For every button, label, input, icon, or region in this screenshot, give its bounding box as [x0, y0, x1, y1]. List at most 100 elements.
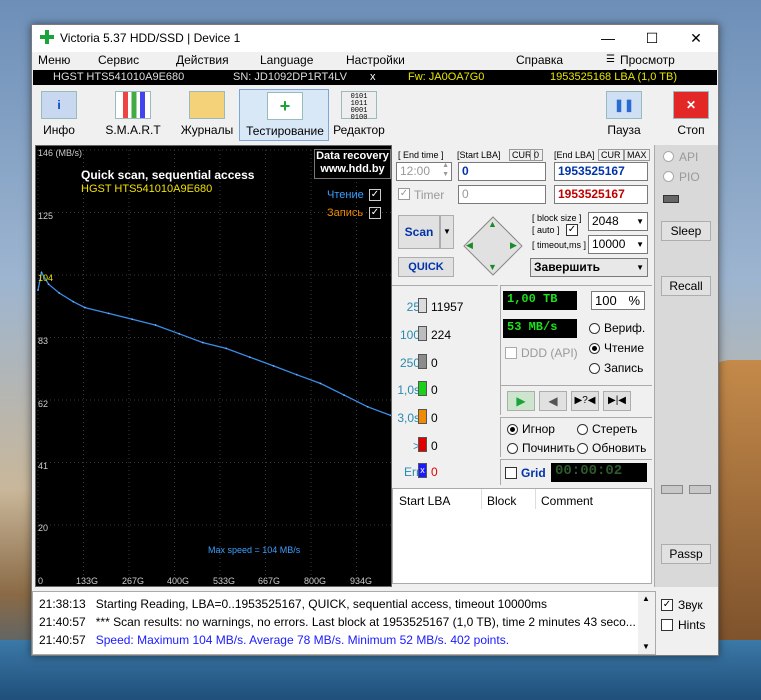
scan-dropdown-icon[interactable]: ▼ — [440, 215, 454, 249]
event-log[interactable]: 21:38:13 Starting Reading, LBA=0..195352… — [32, 591, 656, 655]
scroll-up-icon[interactable]: ▲ — [642, 594, 650, 603]
progress-panel: 1,00 TB 100% 53 MB/s Вериф. Чтение DDD (… — [500, 285, 652, 385]
series-point-read — [178, 332, 181, 335]
toolbar: i Инфо S.M.A.R.T Журналы + Тестирование 01… — [32, 87, 718, 141]
timer-input[interactable]: 0 — [458, 185, 546, 204]
refresh-radio[interactable] — [577, 443, 588, 454]
app-window: Victoria 5.37 HDD/SSD | Device 1 — ☐ ✕ М… — [31, 24, 719, 656]
end-time-input[interactable]: 12:00 ▲ ▼ — [396, 162, 452, 181]
start-lba-input[interactable]: 0 — [458, 162, 546, 181]
minimize-button[interactable]: — — [586, 25, 630, 52]
counter-250-value: 0 — [431, 356, 438, 370]
finish-action-select[interactable]: Завершить ▼ — [530, 258, 648, 277]
verify-label: Вериф. — [604, 321, 646, 335]
serial-close[interactable]: x — [370, 70, 376, 85]
end-lba-input[interactable]: 1953525167 — [554, 162, 648, 181]
passp-button[interactable]: Passp — [661, 544, 711, 564]
nav-down-icon[interactable]: ▼ — [488, 262, 497, 272]
write-radio[interactable] — [589, 363, 600, 374]
counter-err-swatch: x — [418, 463, 427, 478]
end-lba-secondary-input[interactable]: 1953525167 — [554, 185, 648, 204]
menu-main[interactable]: Меню — [38, 53, 70, 67]
menu-settings[interactable]: Настройки — [346, 53, 405, 67]
grid-checkbox[interactable] — [505, 467, 517, 479]
counter-1s-swatch — [418, 381, 427, 396]
log-scrollbar[interactable]: ▲ ▼ — [638, 592, 655, 654]
ddd-api-checkbox[interactable] — [505, 347, 517, 359]
butterfly-icon[interactable]: ▶|◀ — [603, 391, 631, 411]
counter-3s-label: 3,0s — [397, 411, 420, 425]
close-button[interactable]: ✕ — [674, 25, 718, 52]
device-model: HGST HTS541010A9E680 — [53, 71, 185, 83]
navigation-pad[interactable]: ▲ ▼ ◀ ▶ — [462, 215, 524, 277]
timer-label: Timer — [414, 188, 445, 202]
nav-left-icon[interactable]: ◀ — [466, 240, 473, 251]
repair-radio[interactable] — [507, 443, 518, 454]
timeout-select[interactable]: 10000 ▼ — [588, 235, 648, 254]
elapsed-timer-lcd: 00:00:02 — [551, 463, 647, 482]
y-tick-20: 20 — [38, 523, 49, 533]
side-panel: API PIO Sleep Recall Passp — [654, 145, 718, 587]
editor-button[interactable]: 0101 1011 0001 0100 Редактор — [314, 89, 404, 141]
x-tick-267g: 267G — [122, 576, 145, 586]
hints-checkbox[interactable] — [661, 619, 673, 631]
pio-radio[interactable] — [663, 171, 674, 182]
read-label: Чтение — [604, 341, 645, 355]
api-radio[interactable] — [663, 151, 674, 162]
menu-help[interactable]: Справка — [516, 53, 563, 67]
nav-right-icon[interactable]: ▶ — [510, 240, 517, 251]
series-point-read — [366, 405, 369, 408]
play-forward-icon[interactable]: ▶ — [507, 391, 535, 411]
time-spin-icon[interactable]: ▲ ▼ — [442, 161, 449, 179]
end-lba-max-button[interactable]: MAX — [624, 149, 650, 161]
quick-button[interactable]: QUICK — [398, 257, 454, 277]
defects-table: Start LBA Block Comment — [392, 488, 652, 584]
column-comment[interactable]: Comment — [541, 494, 593, 508]
legend-read-checkbox[interactable]: ✓ — [369, 189, 381, 201]
series-point-read — [201, 341, 204, 344]
device-serial: SN: JD1092DP1RT4LV — [233, 71, 347, 83]
stop-button[interactable]: ✕ Стоп — [646, 89, 736, 141]
read-radio[interactable] — [589, 343, 600, 354]
scroll-down-icon[interactable]: ▼ — [642, 642, 650, 651]
erase-label: Стереть — [592, 422, 638, 436]
block-size-select[interactable]: 2048 ▼ — [588, 212, 648, 231]
ignore-radio[interactable] — [507, 424, 518, 435]
verify-radio[interactable] — [589, 323, 600, 334]
recall-button[interactable]: Recall — [661, 276, 711, 296]
column-block[interactable]: Block — [487, 494, 516, 508]
start-lba-zero-button[interactable]: 0 — [530, 149, 544, 161]
end-lba-cur-button[interactable]: CUR — [598, 149, 624, 161]
series-point-read — [343, 394, 345, 396]
title-bar[interactable]: Victoria 5.37 HDD/SSD | Device 1 — ☐ ✕ — [32, 25, 718, 52]
sleep-button[interactable]: Sleep — [661, 221, 711, 241]
timer-checkbox[interactable]: ✓ — [398, 188, 410, 200]
column-start-lba[interactable]: Start LBA — [399, 494, 450, 508]
sound-checkbox[interactable]: ✓ — [661, 599, 673, 611]
data-recovery-ad[interactable]: Data recovery www.hdd.by — [314, 149, 391, 179]
log-line: 21:40:57 *** Scan results: no warnings, … — [39, 615, 636, 629]
scan-button[interactable]: Scan — [398, 215, 440, 249]
menu-service[interactable]: Сервис — [98, 53, 139, 67]
counter-slow-value: 0 — [431, 439, 438, 453]
info-icon: i — [41, 91, 77, 119]
maximize-button[interactable]: ☐ — [630, 25, 674, 52]
auto-checkbox[interactable]: ✓ — [566, 224, 578, 236]
editor-binary-icon: 0101 1011 0001 0100 — [341, 91, 377, 122]
port-indicator — [663, 195, 679, 203]
menu-language[interactable]: Language — [260, 53, 313, 67]
legend-read-label: Чтение — [327, 189, 364, 201]
nav-up-icon[interactable]: ▲ — [488, 219, 497, 229]
play-backward-icon[interactable]: ◀ — [539, 391, 567, 411]
series-point-read — [272, 365, 275, 367]
y-tick-83: 83 — [38, 336, 49, 346]
legend-write-checkbox[interactable]: ✓ — [369, 207, 381, 219]
menu-actions[interactable]: Действия — [176, 53, 229, 67]
random-seek-icon[interactable]: ▶?◀ — [571, 391, 599, 411]
x-tick-934g: 934G — [350, 576, 373, 586]
erase-radio[interactable] — [577, 424, 588, 435]
counter-3s-value: 0 — [431, 411, 438, 425]
x-tick-533g: 533G — [213, 576, 236, 586]
series-point-read — [154, 324, 157, 326]
series-point-read — [72, 300, 75, 303]
